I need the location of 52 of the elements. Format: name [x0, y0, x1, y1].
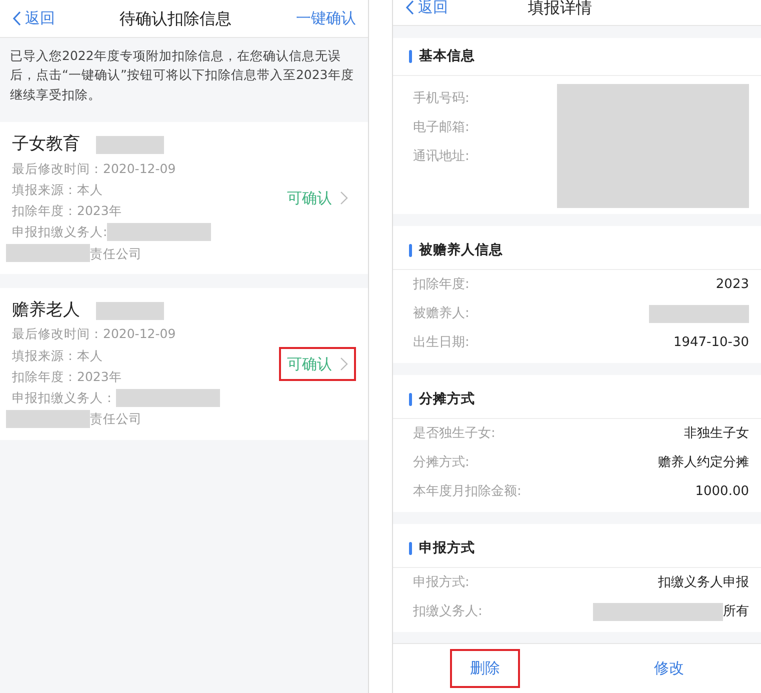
- field-label: 申报方式:: [413, 574, 470, 592]
- chevron-right-icon: [340, 356, 348, 371]
- field-label: 分摊方式:: [413, 454, 470, 472]
- info-line: 申报扣缴义务人:: [12, 223, 108, 242]
- field-value: 所有: [723, 602, 749, 621]
- card-title: 子女教育: [12, 133, 80, 156]
- field-value: 1947-10-30: [673, 334, 749, 352]
- field-value: 1000.00: [695, 482, 749, 501]
- section-title: 分摊方式: [419, 390, 475, 410]
- back-chevron-icon: [405, 0, 414, 15]
- field-label: 通讯地址:: [413, 148, 470, 166]
- section-title: 基本信息: [419, 47, 475, 66]
- notice-text: 已导入您2022年度专项附加扣除信息，在您确认信息无误后，点击“一键确认”按钮可将以下扣除信息带入至2023年度继续享受扣除。: [9, 47, 355, 104]
- redaction-block: [96, 302, 164, 320]
- field-value: 赡养人约定分摊: [658, 454, 749, 472]
- field-label: 扣缴义务人:: [413, 602, 482, 621]
- section-title: 申报方式: [419, 539, 475, 558]
- info-line: 最后修改时间：2020-12-09: [12, 160, 177, 178]
- page-title: 待确认扣除信息: [120, 8, 232, 30]
- info-line: 填报来源：本人: [12, 180, 104, 199]
- redaction-block: [96, 136, 164, 154]
- back-chevron-icon: [12, 11, 21, 26]
- section-marker-icon: [409, 244, 412, 257]
- confirm-all-link[interactable]: 一键确认: [296, 7, 356, 30]
- info-line: 最后修改时间：2020-12-09: [12, 325, 177, 344]
- field-label: 电子邮箱:: [413, 119, 470, 137]
- field-label: 扣除年度:: [413, 276, 470, 294]
- info-line: 扣除年度：2023年: [12, 202, 123, 220]
- chevron-right-icon: [340, 191, 348, 205]
- info-line: 申报扣缴义务人：: [12, 389, 116, 408]
- card-title: 赡养老人: [12, 298, 80, 322]
- field-label: 是否独生子女:: [413, 424, 496, 443]
- field-label: 手机号码:: [413, 90, 470, 108]
- confirm-status-button[interactable]: 可确认: [279, 180, 356, 216]
- section-title: 被赡养人信息: [419, 241, 503, 260]
- action-button[interactable]: 修改: [634, 649, 704, 688]
- section-marker-icon: [409, 542, 412, 555]
- field-value: 扣缴义务人申报: [658, 574, 749, 592]
- field-label: 出生日期:: [413, 334, 470, 352]
- section-marker-icon: [409, 50, 412, 63]
- field-value: 2023: [716, 276, 749, 294]
- action-button[interactable]: 删除: [450, 649, 520, 688]
- info-line: 责任公司: [90, 410, 142, 428]
- confirm-status-button[interactable]: 可确认: [279, 346, 356, 381]
- back-link[interactable]: 返回: [12, 7, 55, 30]
- section-marker-icon: [409, 393, 412, 406]
- field-value: 非独生子女: [684, 424, 749, 443]
- field-label: 本年度月扣除金额:: [413, 482, 522, 501]
- info-line: 扣除年度：2023年: [12, 368, 123, 386]
- field-label: 被赡养人:: [413, 304, 470, 323]
- info-line: 填报来源：本人: [12, 346, 104, 365]
- info-line: 责任公司: [90, 244, 142, 263]
